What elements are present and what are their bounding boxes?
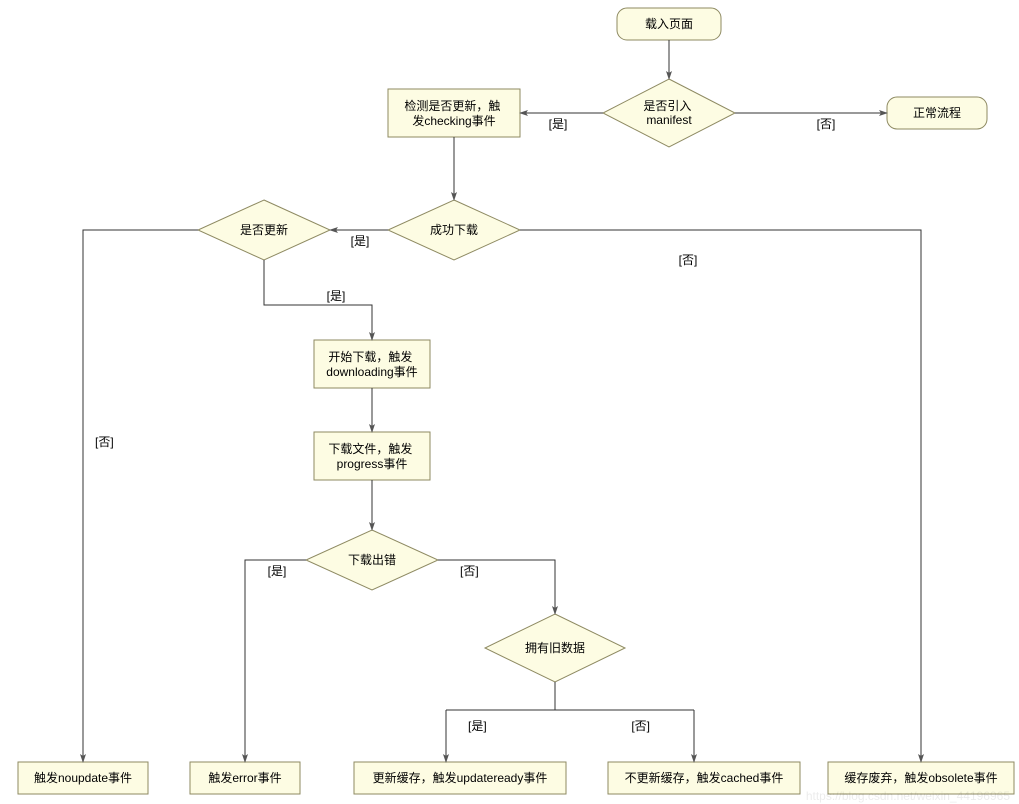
label-download-yes: [是] [351,234,370,248]
node-download-error: 下载出错 [306,530,438,590]
edge-update-no [83,230,198,762]
node-is-update: 是否更新 [198,200,330,260]
label-update-yes: [是] [327,289,346,303]
noupdate-label: 触发noupdate事件 [34,770,132,785]
node-cached: 不更新缓存，触发cached事件 [608,762,800,794]
cached-label: 不更新缓存，触发cached事件 [625,770,784,785]
is-update-label: 是否更新 [240,222,288,237]
load-page-label: 载入页面 [645,17,693,31]
obsolete-label: 缓存废弃，触发obsolete事件 [844,770,997,785]
edge-download-no [520,230,921,762]
label-manifest-yes: [是] [549,117,568,131]
node-download-ok: 成功下载 [388,200,520,260]
label-dlerror-yes: [是] [268,564,287,578]
download-ok-label: 成功下载 [430,223,478,237]
flowchart-canvas: 载入页面 是否引入 manifest 正常流程 检测是否更新，触 发checki… [0,0,1019,804]
has-old-data-label: 拥有旧数据 [525,640,585,655]
label-download-no: [否] [679,253,698,267]
node-load-page: 载入页面 [617,8,721,40]
edge-dlerror-no [438,560,555,614]
label-olddata-no: [否] [631,719,650,733]
label-dlerror-no: [否] [460,564,479,578]
normal-flow-label: 正常流程 [913,105,961,120]
watermark-text: https://blog.csdn.net/weixin_44196965 [806,789,1010,803]
node-has-old-data: 拥有旧数据 [485,614,625,682]
node-normal-flow: 正常流程 [887,97,987,129]
node-downloading: 开始下载，触发 downloading事件 [314,340,430,388]
error-label: 触发error事件 [208,770,281,785]
updateready-label: 更新缓存，触发updateready事件 [373,770,548,785]
edge-olddata-split [446,682,694,710]
node-progress: 下载文件，触发 progress事件 [314,432,430,480]
edge-dlerror-yes [245,560,306,762]
edge-update-yes [264,260,372,340]
node-checking: 检测是否更新，触 发checking事件 [388,89,520,137]
label-manifest-no: [否] [817,117,836,131]
node-noupdate: 触发noupdate事件 [18,762,148,794]
label-update-no: [否] [95,435,114,449]
label-olddata-yes: [是] [468,719,487,733]
node-import-manifest: 是否引入 manifest [603,79,735,147]
node-error: 触发error事件 [190,762,300,794]
node-updateready: 更新缓存，触发updateready事件 [354,762,566,794]
download-error-label: 下载出错 [348,553,396,567]
import-manifest-label: 是否引入 manifest [643,99,694,127]
